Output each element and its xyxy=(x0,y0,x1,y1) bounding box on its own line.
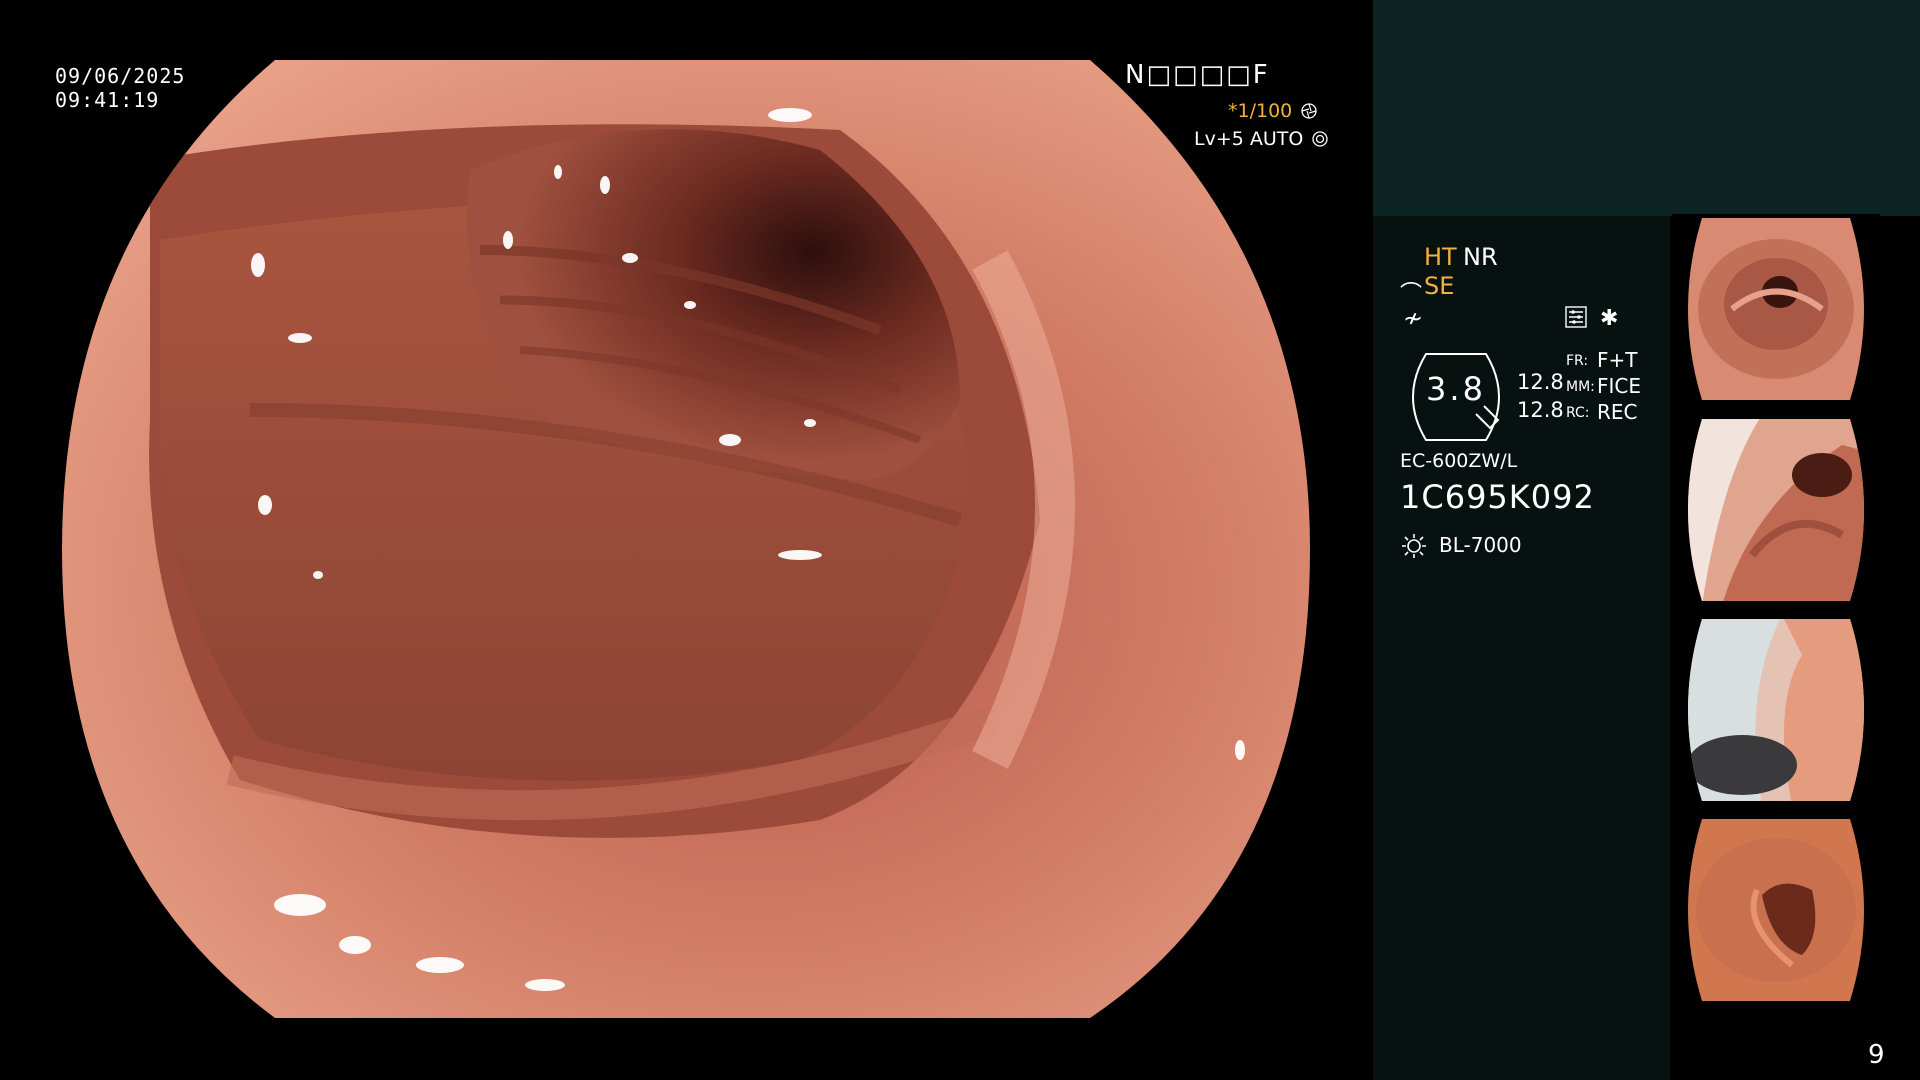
captured-thumbnail[interactable] xyxy=(1672,615,1880,805)
light-source-icon xyxy=(1402,534,1426,558)
exam-time: 09:41:19 xyxy=(55,88,160,112)
param-key-mm: MM: xyxy=(1566,379,1595,395)
nr-label: NR xyxy=(1463,243,1498,271)
scope-serial: 1C695K092 xyxy=(1400,478,1595,516)
light-source-model: BL-7000 xyxy=(1439,533,1522,557)
param-key-rc: RC: xyxy=(1566,405,1590,421)
captured-thumbnail[interactable] xyxy=(1672,815,1880,1005)
structure-icon xyxy=(1565,306,1587,328)
param-value-fr: F+T xyxy=(1597,348,1638,372)
se-label: SE xyxy=(1424,272,1455,300)
shutter-speed: *1/100 xyxy=(1228,100,1317,122)
captured-thumbnail[interactable] xyxy=(1672,214,1880,404)
scope-model: EC-600ZW/L xyxy=(1400,450,1518,472)
ht-label: HT xyxy=(1424,243,1457,271)
star-icon: ✱ xyxy=(1600,306,1619,331)
zoom-value: 3.8 xyxy=(1426,370,1486,408)
param-value-rc: REC xyxy=(1597,400,1638,424)
iris-mode: Lv+5 AUTO xyxy=(1194,128,1329,150)
param-number: 12.8 xyxy=(1517,398,1564,422)
captured-thumbnail[interactable] xyxy=(1672,415,1880,605)
edge-filter-icon: ≁ xyxy=(1403,304,1424,332)
param-value-mm: FICE xyxy=(1597,374,1642,398)
param-key-fr: FR: xyxy=(1566,353,1589,369)
shutter-value: *1/100 xyxy=(1228,100,1293,122)
side-top-panel xyxy=(1373,0,1920,216)
endoscopic-image xyxy=(62,60,1310,1018)
iris-icon xyxy=(1312,131,1329,147)
camera-aperture-icon xyxy=(1301,103,1317,119)
exam-date: 09/06/2025 xyxy=(55,64,186,88)
patient-id: N□□□□F xyxy=(1125,60,1270,90)
page-number: 9 xyxy=(1868,1040,1885,1070)
iris-value: Lv+5 AUTO xyxy=(1194,128,1304,150)
settings-panel xyxy=(1373,216,1670,1080)
param-number: 12.8 xyxy=(1517,370,1564,394)
endoscope-main-view: 09/06/2025 09:41:19 N□□□□F *1/100 Lv+5 A… xyxy=(0,0,1372,1080)
